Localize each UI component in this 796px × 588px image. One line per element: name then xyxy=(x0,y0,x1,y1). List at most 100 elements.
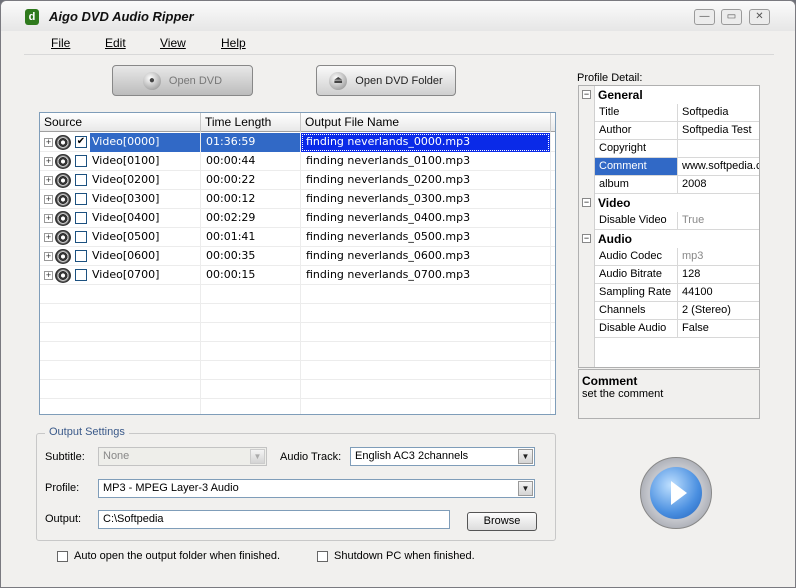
shutdown-label: Shutdown PC when finished. xyxy=(334,550,475,562)
subtitle-label: Subtitle: xyxy=(45,451,85,463)
play-icon xyxy=(650,467,702,519)
grid-row[interactable]: Copyright xyxy=(579,140,759,158)
film-reel-icon xyxy=(55,211,71,226)
auto-open-checkbox[interactable]: Auto open the output folder when finishe… xyxy=(57,550,280,562)
grid-row[interactable]: Audio Bitrate 128 xyxy=(579,266,759,284)
grid-row[interactable]: Commentwww.softpedia.com xyxy=(579,158,759,176)
menu-help[interactable]: Help xyxy=(221,36,246,50)
collapse-icon[interactable]: − xyxy=(582,198,591,207)
table-row[interactable]: + Video[0200] 00:00:22 finding neverlands_0… xyxy=(40,171,555,190)
menu-file[interactable]: File xyxy=(51,36,70,50)
property-value[interactable]: False xyxy=(678,320,759,338)
row-source: Video[0000] xyxy=(90,133,200,152)
chevron-down-icon[interactable]: ▼ xyxy=(518,481,533,496)
row-time-length: 00:00:22 xyxy=(206,173,256,186)
table-row[interactable]: + Video[0100] 00:00:44 finding neverlands_0… xyxy=(40,152,555,171)
audio-track-select[interactable]: English AC3 2channels ▼ xyxy=(350,447,535,466)
property-value[interactable]: www.softpedia.com xyxy=(678,158,759,176)
subtitle-select: None ▼ xyxy=(98,447,267,466)
grid-category-general[interactable]: − General xyxy=(579,86,759,104)
table-row[interactable]: + Video[0600] 00:00:35 finding neverlands_0… xyxy=(40,247,555,266)
grid-row[interactable]: album 2008 xyxy=(579,176,759,194)
property-value[interactable]: True xyxy=(678,212,759,230)
column-output-file[interactable]: Output File Name xyxy=(301,113,551,132)
row-checkbox[interactable]: ✔ xyxy=(75,136,87,148)
empty-row xyxy=(40,399,555,414)
table-row[interactable]: + Video[0700] 00:00:15 finding neverlands_0… xyxy=(40,266,555,285)
property-value[interactable]: mp3 xyxy=(678,248,759,266)
row-output-file: finding neverlands_0100.mp3 xyxy=(306,154,471,167)
collapse-icon[interactable]: − xyxy=(582,90,591,99)
open-dvd-button[interactable]: ● Open DVD xyxy=(112,65,253,96)
property-value[interactable]: 44100 xyxy=(678,284,759,302)
expand-icon[interactable]: + xyxy=(44,176,53,185)
expand-icon[interactable]: + xyxy=(44,195,53,204)
menu-view[interactable]: View xyxy=(160,36,186,50)
checkbox-box[interactable] xyxy=(317,550,328,562)
eject-icon: ⏏ xyxy=(329,71,348,90)
maximize-button[interactable]: ▭ xyxy=(721,9,742,25)
grid-row[interactable]: Channels 2 (Stereo) xyxy=(579,302,759,320)
profile-select[interactable]: MP3 - MPEG Layer-3 Audio ▼ xyxy=(98,479,535,498)
expand-icon[interactable]: + xyxy=(44,214,53,223)
row-checkbox[interactable] xyxy=(75,155,87,167)
grid-row[interactable]: Author Softpedia Test xyxy=(579,122,759,140)
property-value[interactable]: 2 (Stereo) xyxy=(678,302,759,320)
collapse-icon[interactable]: − xyxy=(582,234,591,243)
minimize-button[interactable]: — xyxy=(694,9,715,25)
expand-icon[interactable]: + xyxy=(44,252,53,261)
expand-icon[interactable]: + xyxy=(44,138,53,147)
grid-category-video[interactable]: − Video xyxy=(579,194,759,212)
film-reel-icon xyxy=(55,249,71,264)
browse-button[interactable]: Browse xyxy=(467,512,537,531)
empty-row xyxy=(40,304,555,323)
grid-category-audio[interactable]: − Audio xyxy=(579,230,759,248)
column-source[interactable]: Source xyxy=(40,113,201,132)
property-key: Disable Video xyxy=(595,212,678,230)
category-title: Video xyxy=(598,196,631,210)
property-value[interactable]: Softpedia xyxy=(678,104,759,122)
output-path-field[interactable]: C:\Softpedia xyxy=(98,510,450,529)
row-checkbox[interactable] xyxy=(75,174,87,186)
row-output-file: finding neverlands_0600.mp3 xyxy=(306,249,471,262)
table-row[interactable]: + ✔ Video[0000] 01:36:59 finding neverlands_… xyxy=(40,133,555,152)
menu-edit[interactable]: Edit xyxy=(105,36,126,50)
table-row[interactable]: + Video[0500] 00:01:41 finding neverlands_0… xyxy=(40,228,555,247)
open-dvd-folder-button[interactable]: ⏏ Open DVD Folder xyxy=(316,65,456,96)
property-key: Title xyxy=(595,104,678,122)
expand-icon[interactable]: + xyxy=(44,157,53,166)
shutdown-checkbox[interactable]: Shutdown PC when finished. xyxy=(317,550,475,562)
table-row[interactable]: + Video[0400] 00:02:29 finding neverlands_0… xyxy=(40,209,555,228)
column-time-length[interactable]: Time Length xyxy=(201,113,301,132)
row-source: Video[0500] xyxy=(92,230,160,243)
expand-icon[interactable]: + xyxy=(44,233,53,242)
row-checkbox[interactable] xyxy=(75,193,87,205)
expand-icon[interactable]: + xyxy=(44,271,53,280)
grid-row[interactable]: Audio Codec mp3 xyxy=(579,248,759,266)
start-rip-button[interactable] xyxy=(640,457,712,529)
property-value[interactable]: Softpedia Test xyxy=(678,122,759,140)
row-source: Video[0600] xyxy=(92,249,160,262)
property-value[interactable]: 2008 xyxy=(678,176,759,194)
checkbox-box[interactable] xyxy=(57,550,68,562)
row-checkbox[interactable] xyxy=(75,269,87,281)
row-checkbox[interactable] xyxy=(75,231,87,243)
category-title: General xyxy=(598,88,643,102)
row-output-file: finding neverlands_0500.mp3 xyxy=(306,230,471,243)
grid-row[interactable]: Disable Audio False xyxy=(579,320,759,338)
grid-row[interactable]: Disable Video True xyxy=(579,212,759,230)
table-row[interactable]: + Video[0300] 00:00:12 finding neverlands_0… xyxy=(40,190,555,209)
grid-row[interactable]: Title Softpedia xyxy=(579,104,759,122)
property-value[interactable] xyxy=(678,140,759,158)
grid-row[interactable]: Sampling Rate 44100 xyxy=(579,284,759,302)
title-list[interactable]: Source Time Length Output File Name + ✔ Vi… xyxy=(39,112,556,415)
audio-track-label: Audio Track: xyxy=(280,451,342,463)
row-checkbox[interactable] xyxy=(75,250,87,262)
profile-property-grid[interactable]: − General Title Softpedia Author Softpedia Te… xyxy=(578,85,760,368)
row-time-length: 00:02:29 xyxy=(206,211,256,224)
close-button[interactable]: ✕ xyxy=(749,9,770,25)
row-checkbox[interactable] xyxy=(75,212,87,224)
chevron-down-icon[interactable]: ▼ xyxy=(518,449,533,464)
property-value[interactable]: 128 xyxy=(678,266,759,284)
app-icon: d xyxy=(25,9,39,25)
